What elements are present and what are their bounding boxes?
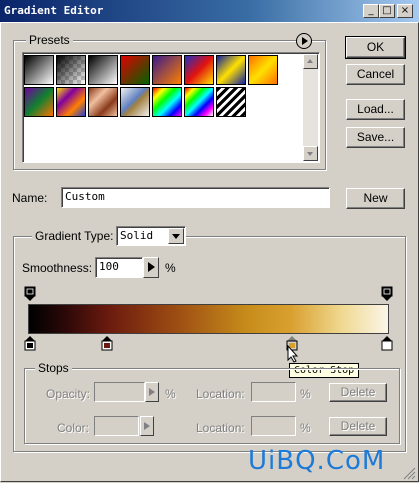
chevron-down-icon	[172, 234, 180, 239]
preset-swatch[interactable]	[24, 55, 54, 85]
triangle-right-icon	[144, 422, 150, 430]
color-stop-black[interactable]	[24, 335, 36, 354]
preset-swatch[interactable]	[216, 55, 246, 85]
smoothness-input[interactable]: 100	[95, 257, 143, 278]
close-button[interactable]: ×	[397, 4, 413, 18]
arrow-circle-icon	[302, 37, 308, 45]
opacity-stop-right[interactable]	[381, 286, 393, 305]
presets-scrollbar[interactable]	[303, 54, 318, 161]
smoothness-label: Smoothness:	[22, 261, 93, 275]
color-stop-brown[interactable]	[101, 335, 113, 354]
color-stop-white[interactable]	[381, 335, 393, 354]
resize-grip[interactable]	[402, 466, 416, 483]
scroll-down-button[interactable]	[303, 146, 318, 161]
preset-swatch[interactable]	[88, 55, 118, 85]
color-location-unit: %	[300, 421, 311, 435]
preset-swatch[interactable]	[88, 87, 118, 117]
load-button[interactable]: Load...	[346, 99, 405, 120]
color-location-input[interactable]	[251, 416, 296, 436]
smoothness-slider-button[interactable]	[143, 257, 159, 278]
opacity-unit: %	[165, 387, 176, 401]
preset-swatch[interactable]	[184, 87, 214, 117]
new-button[interactable]: New	[346, 188, 405, 209]
color-swatch-field[interactable]	[94, 416, 139, 436]
triangle-right-icon	[149, 388, 155, 396]
preset-swatch[interactable]	[184, 55, 214, 85]
preset-swatch[interactable]	[120, 55, 150, 85]
maximize-button[interactable]: □	[379, 4, 395, 18]
presets-label: Presets	[26, 33, 73, 47]
gradient-preview-bar[interactable]	[28, 304, 389, 334]
preset-swatch[interactable]	[56, 55, 86, 85]
triangle-right-icon	[148, 262, 155, 272]
gradient-type-value: Solid	[120, 229, 154, 242]
minimize-button[interactable]: _	[363, 4, 379, 18]
preset-swatch[interactable]	[248, 55, 278, 85]
ok-button[interactable]: OK	[345, 36, 406, 59]
color-menu-button[interactable]	[140, 416, 154, 436]
color-location-label: Location:	[196, 421, 245, 435]
cancel-button[interactable]: Cancel	[346, 64, 405, 85]
gradient-type-label: Gradient Type:	[32, 229, 117, 243]
preset-swatch[interactable]	[56, 87, 86, 117]
stops-label: Stops	[35, 361, 72, 375]
opacity-delete-button[interactable]: Delete	[329, 383, 387, 402]
opacity-slider-button[interactable]	[145, 382, 159, 402]
opacity-stop-left[interactable]	[24, 286, 36, 305]
preset-swatch[interactable]	[120, 87, 150, 117]
opacity-location-input[interactable]	[251, 382, 296, 402]
preset-swatch[interactable]	[24, 87, 54, 117]
color-label: Color:	[57, 421, 90, 435]
opacity-input[interactable]	[94, 382, 145, 402]
opacity-label: Opacity:	[46, 387, 91, 401]
opacity-location-unit: %	[300, 387, 311, 401]
presets-menu-button[interactable]	[296, 33, 312, 49]
name-label: Name:	[12, 191, 48, 205]
preset-swatch[interactable]	[216, 87, 246, 117]
gradient-type-dropdown[interactable]	[168, 228, 184, 244]
name-field[interactable]: Custom	[61, 187, 330, 208]
watermark: UiBQ.CoM	[248, 446, 386, 476]
save-button[interactable]: Save...	[346, 127, 405, 148]
preset-swatch[interactable]	[152, 55, 182, 85]
color-delete-button[interactable]: Delete	[329, 417, 387, 436]
smoothness-unit: %	[165, 261, 176, 275]
opacity-location-label: Location:	[196, 387, 245, 401]
preset-swatch[interactable]	[152, 87, 182, 117]
scroll-up-button[interactable]	[303, 54, 318, 69]
window-title: Gradient Editor	[4, 4, 104, 17]
